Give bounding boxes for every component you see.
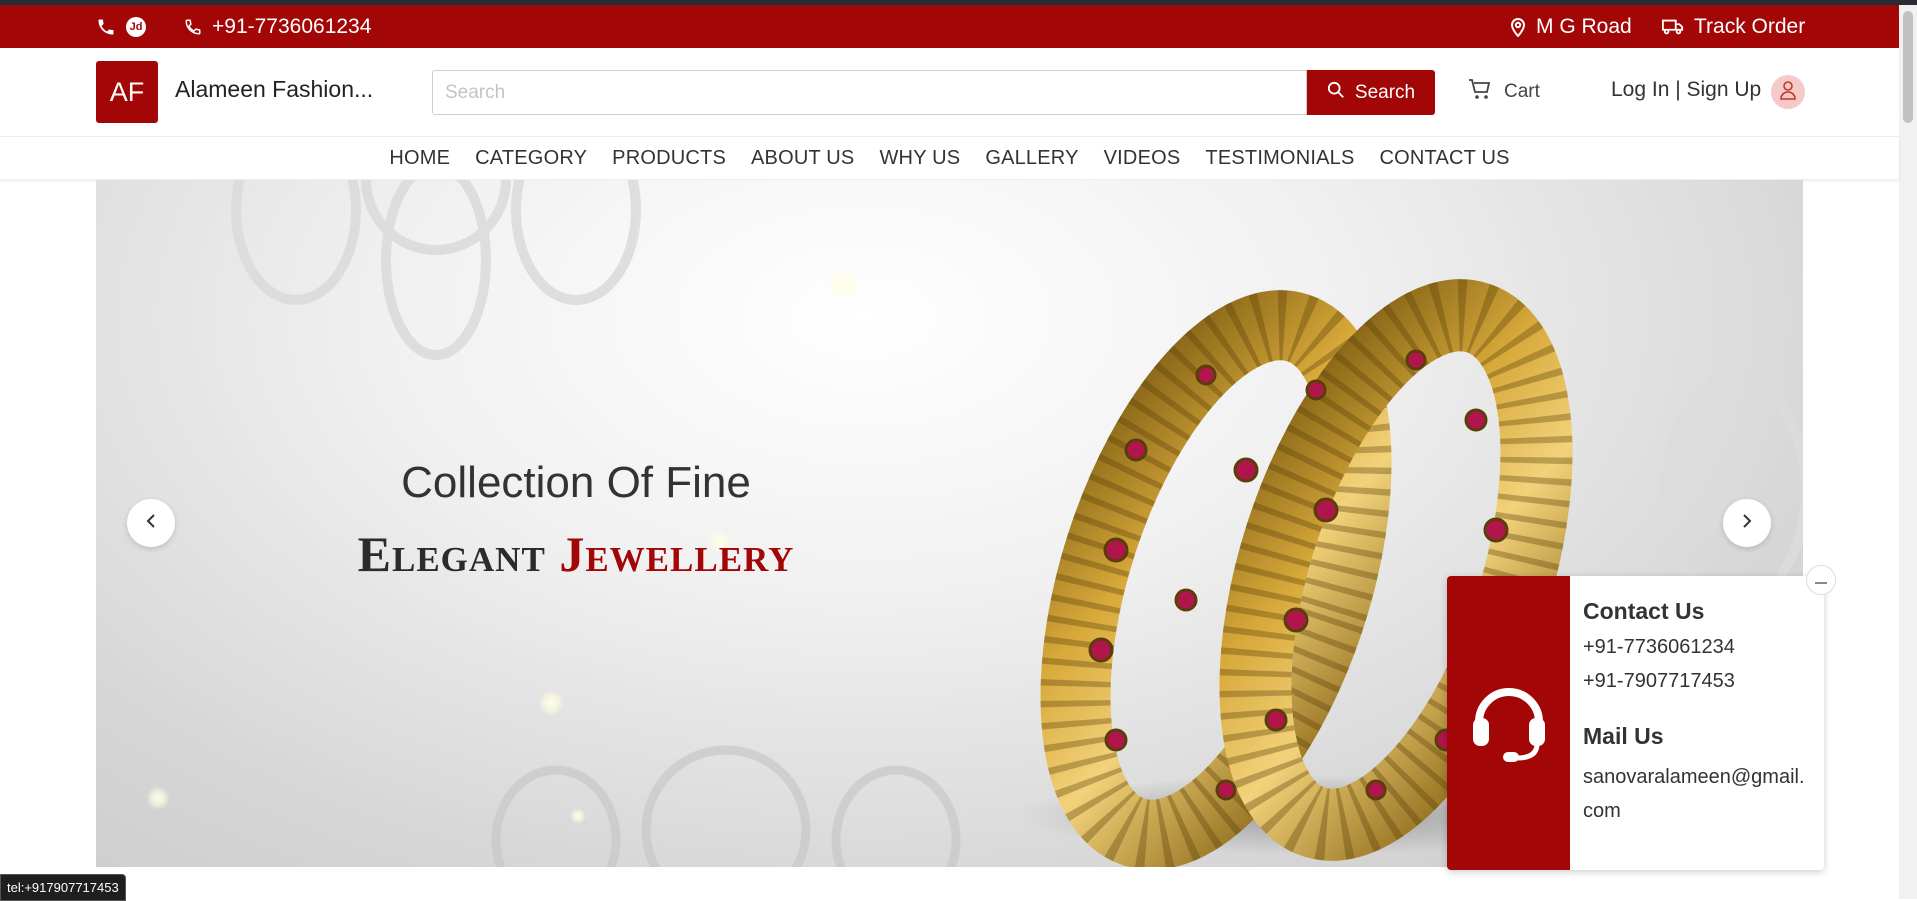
bokeh-light xyxy=(538,690,564,716)
chevron-right-icon xyxy=(1741,513,1753,534)
login-signup-link[interactable]: Log In | Sign Up xyxy=(1611,78,1761,102)
justdial-icon[interactable]: Jd xyxy=(126,16,146,37)
user-icon xyxy=(1780,80,1796,105)
bokeh-light xyxy=(828,270,858,300)
headset-icon xyxy=(1469,678,1549,769)
contact-phone-1[interactable]: +91-7736061234 xyxy=(1583,635,1814,659)
search-input[interactable] xyxy=(432,70,1307,115)
bokeh-light xyxy=(146,786,170,810)
scrollbar-thumb[interactable] xyxy=(1903,11,1913,123)
user-avatar[interactable] xyxy=(1771,75,1805,109)
contact-widget: Contact Us +91-7736061234 +91-7907717453… xyxy=(1447,576,1824,870)
search-icon xyxy=(1327,81,1345,105)
bokeh-light xyxy=(570,808,586,824)
nav-testimonials[interactable]: TESTIMONIALS xyxy=(1205,147,1354,170)
store-name[interactable]: Alameen Fashion... xyxy=(175,76,373,103)
mandala-decoration xyxy=(231,180,641,360)
chevron-left-icon xyxy=(145,513,157,534)
search-button-label: Search xyxy=(1354,81,1416,103)
link-status-tooltip: tel:+917907717453 xyxy=(0,874,126,901)
topbar-location[interactable]: M G Road xyxy=(1510,5,1632,48)
topbar-phone-text: +91-7736061234 xyxy=(212,14,372,38)
truck-icon xyxy=(1662,18,1684,36)
cart-link[interactable]: Cart xyxy=(1468,78,1540,106)
nav-contact-us[interactable]: CONTACT US xyxy=(1380,147,1510,170)
contact-phone-2[interactable]: +91-7907717453 xyxy=(1583,669,1814,693)
carousel-prev-button[interactable] xyxy=(127,499,175,547)
topbar-track-order[interactable]: Track Order xyxy=(1662,5,1805,48)
hero-heading-line2: Elegant Jewellery xyxy=(96,525,1056,583)
nav-products[interactable]: PRODUCTS xyxy=(612,147,726,170)
hero-heading-jewellery: Jewellery xyxy=(559,526,795,582)
nav-videos[interactable]: VIDEOS xyxy=(1104,147,1181,170)
contact-widget-sidebar xyxy=(1447,576,1570,870)
hero-heading-elegant: Elegant xyxy=(357,526,546,582)
nav-why-us[interactable]: WHY US xyxy=(879,147,960,170)
nav-gallery[interactable]: GALLERY xyxy=(985,147,1078,170)
mail-us-heading: Mail Us xyxy=(1583,723,1664,749)
phone-outline-icon xyxy=(184,18,202,36)
topbar-social: Jd xyxy=(96,5,146,48)
map-pin-icon xyxy=(1510,17,1526,37)
carousel-next-button[interactable] xyxy=(1723,499,1771,547)
cart-icon xyxy=(1468,78,1492,106)
contact-us-heading: Contact Us xyxy=(1583,598,1705,624)
cart-label: Cart xyxy=(1504,81,1540,102)
minus-icon xyxy=(1815,571,1827,589)
search-button[interactable]: Search xyxy=(1307,70,1435,115)
top-bar: Jd +91-7736061234 M G Road Track Order xyxy=(0,5,1899,48)
track-order-text: Track Order xyxy=(1694,14,1806,38)
mandala-decoration-bottom xyxy=(491,745,961,867)
page-scrollbar[interactable] xyxy=(1899,5,1917,899)
contact-widget-minimize-button[interactable] xyxy=(1806,565,1836,595)
phone-solid-icon[interactable] xyxy=(96,17,116,37)
store-logo[interactable]: AF xyxy=(96,61,158,123)
contact-email[interactable]: sanovaralameen@gmail.com xyxy=(1583,760,1814,828)
hero-heading-line1: Collection Of Fine xyxy=(401,458,751,507)
nav-home[interactable]: HOME xyxy=(389,147,450,170)
main-nav: HOME CATEGORY PRODUCTS ABOUT US WHY US G… xyxy=(0,137,1899,179)
nav-about-us[interactable]: ABOUT US xyxy=(751,147,854,170)
topbar-phone[interactable]: +91-7736061234 xyxy=(184,5,371,48)
contact-widget-body: Contact Us +91-7736061234 +91-7907717453… xyxy=(1583,598,1814,828)
topbar-location-text: M G Road xyxy=(1536,14,1632,38)
nav-category[interactable]: CATEGORY xyxy=(475,147,587,170)
site-header: AF Alameen Fashion... Search Cart Log In… xyxy=(0,48,1899,137)
